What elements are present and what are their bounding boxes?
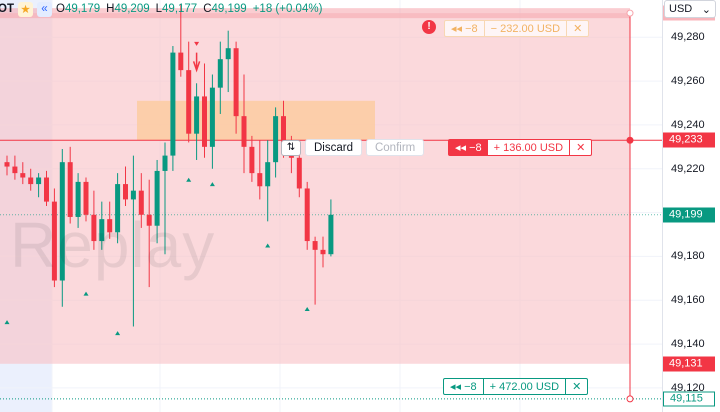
- order-qty-bottom-value: −8: [464, 380, 477, 393]
- order-amount-main: + 136.00 USD: [488, 140, 571, 155]
- price-tick-label: 49,280: [671, 31, 705, 44]
- candle-body: [186, 70, 192, 134]
- double-arrow-left-icon: ◂◂: [450, 381, 462, 393]
- open-value: 49,179: [64, 3, 101, 15]
- order-qty-main-value: −8: [469, 141, 482, 154]
- double-arrow-left-icon: ◂◂: [455, 142, 467, 154]
- currency-select[interactable]: USD ⌄: [664, 0, 716, 18]
- close-value: 49,199: [211, 3, 247, 15]
- target-handle: [626, 395, 634, 403]
- candle-body: [265, 162, 271, 187]
- risk-zone: [0, 13, 630, 364]
- candle-body: [241, 116, 247, 147]
- candle-body: [328, 214, 334, 255]
- candle-body: [123, 184, 128, 200]
- candle-body: [225, 48, 231, 60]
- order-qty-top-value: −8: [465, 22, 478, 35]
- symbol-name[interactable]: OT: [0, 3, 14, 15]
- candle-body: [249, 146, 255, 174]
- low-value: 49,177: [162, 3, 198, 15]
- candle-body: [28, 177, 34, 185]
- price-tick-label: 49,140: [671, 338, 705, 351]
- replay-watermark: Replay: [10, 209, 216, 281]
- price-tick-label: 49,260: [671, 75, 705, 88]
- candle-body: [304, 188, 310, 242]
- candle-body: [320, 249, 326, 255]
- currency-label: USD: [669, 3, 693, 15]
- open-label: O: [55, 3, 65, 15]
- stop-price-tag: 49,131: [663, 356, 715, 372]
- candle-body: [312, 241, 318, 250]
- price-tick-label: 49,180: [671, 250, 705, 263]
- order-amount-top: − 232.00 USD: [485, 21, 568, 36]
- order-amount-bottom: + 472.00 USD: [484, 379, 567, 394]
- candle-body: [4, 162, 10, 167]
- candle-body: [217, 59, 223, 88]
- high-value: 49,209: [114, 3, 150, 15]
- candle-body: [209, 87, 215, 147]
- last-price-tag: 49,199: [663, 207, 715, 223]
- star-icon[interactable]: ★: [17, 1, 33, 17]
- candle-body: [162, 155, 168, 171]
- price-tick-label: 49,240: [671, 118, 705, 131]
- order-actions: ⇅ Discard Confirm: [281, 139, 425, 156]
- candle-body: [36, 177, 42, 185]
- rewind-icon[interactable]: «: [36, 1, 52, 17]
- warning-icon[interactable]: !: [422, 20, 436, 34]
- candle-body: [233, 48, 239, 117]
- candle-body: [257, 173, 263, 187]
- double-arrow-left-icon: ◂◂: [451, 23, 463, 35]
- target-price-tag: 49,115: [663, 391, 715, 407]
- close-label: C: [203, 3, 212, 15]
- order-qty-top[interactable]: ◂◂ −8: [445, 21, 485, 36]
- symbol-legend: OT ★ « O49,179 H49,209 L49,177 C49,199 +…: [0, 0, 322, 18]
- chart-canvas[interactable]: [0, 0, 662, 412]
- price-tick-label: 49,220: [671, 162, 705, 175]
- chevron-down-icon: ⌄: [701, 3, 711, 16]
- close-order-main-button[interactable]: ✕: [570, 140, 591, 155]
- price-axis[interactable]: 49,280 49,260 49,240 49,220 49,180 49,160 49,1…: [662, 0, 720, 412]
- pending-order[interactable]: ◂◂ −8 + 136.00 USD ✕: [448, 139, 593, 156]
- take-profit-handle: [626, 9, 634, 17]
- candle-body: [130, 190, 136, 200]
- price-tick-label: 49,160: [671, 294, 705, 307]
- reverse-button[interactable]: ⇅: [281, 139, 301, 156]
- pending-price-tag: 49,233: [663, 132, 715, 148]
- candle-body: [273, 116, 279, 163]
- candle-body: [44, 177, 49, 202]
- order-qty-main[interactable]: ◂◂ −8: [449, 140, 488, 155]
- change-value: +18 (+0.04%): [252, 3, 323, 15]
- candle-body: [194, 96, 200, 134]
- candle-body: [12, 166, 18, 174]
- profit-target-order[interactable]: ◂◂ −8 + 472.00 USD ✕: [443, 378, 589, 395]
- candle-body: [202, 96, 207, 147]
- close-order-bottom-button[interactable]: ✕: [566, 379, 587, 394]
- order-qty-bottom[interactable]: ◂◂ −8: [444, 379, 484, 394]
- take-profit-order[interactable]: ◂◂ −8 − 232.00 USD ✕: [444, 20, 590, 37]
- candle-body: [296, 157, 302, 189]
- candle-body: [20, 173, 26, 178]
- candle-body: [178, 52, 184, 71]
- discard-button[interactable]: Discard: [305, 139, 362, 156]
- close-order-top-button[interactable]: ✕: [567, 21, 588, 36]
- candle-body: [170, 52, 176, 156]
- price-chart[interactable]: Replay: [0, 0, 662, 412]
- confirm-button[interactable]: Confirm: [365, 139, 425, 156]
- pending-handle: [626, 136, 634, 144]
